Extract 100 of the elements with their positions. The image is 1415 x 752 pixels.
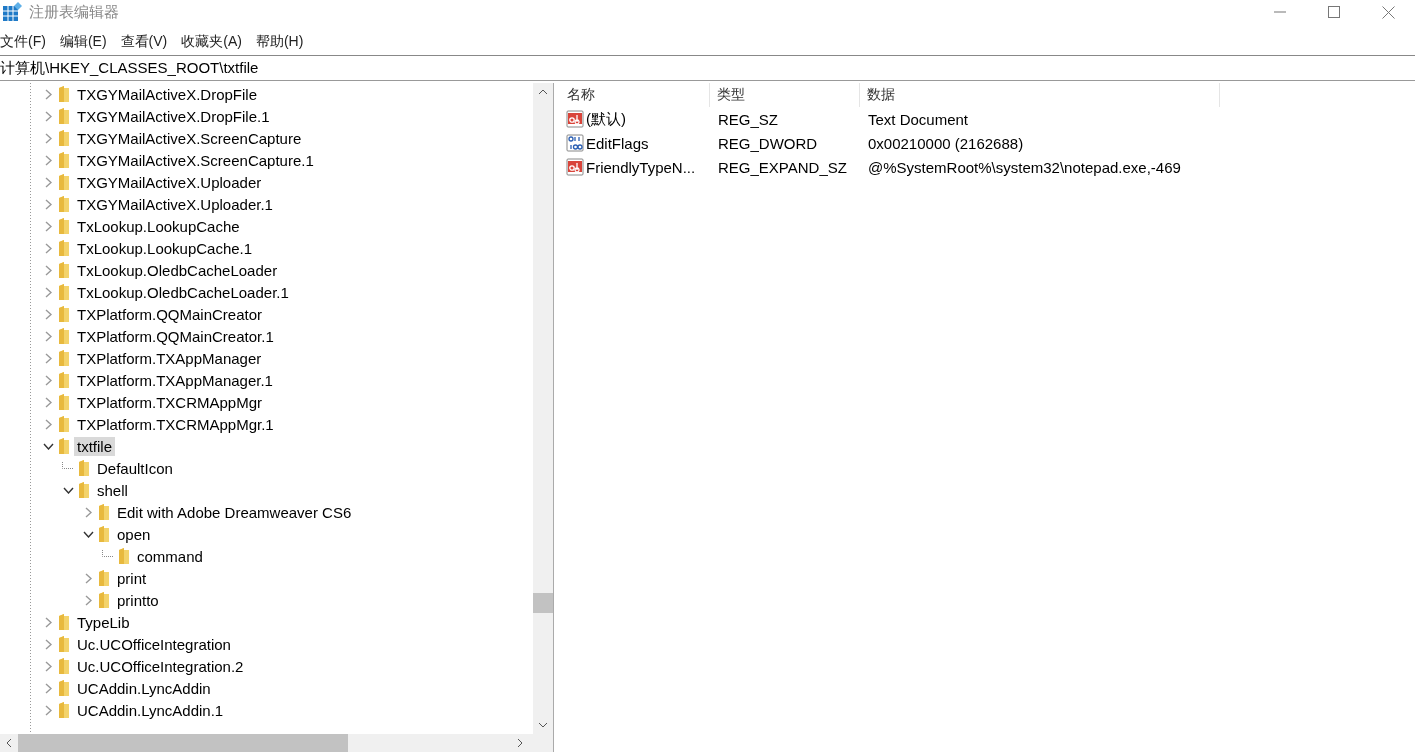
value-type: REG_DWORD <box>717 134 819 152</box>
chevron-right-icon[interactable] <box>44 682 52 694</box>
address-field[interactable]: 计算机\HKEY_CLASSES_ROOT\txtfile <box>0 59 600 77</box>
tree-item[interactable]: TxLookup.OledbCacheLoader <box>74 260 281 280</box>
tree-item[interactable]: TXGYMailActiveX.DropFile <box>74 84 261 104</box>
folder-icon <box>58 262 70 278</box>
chevron-right-icon[interactable] <box>44 264 52 276</box>
chevron-right-icon[interactable] <box>84 572 92 584</box>
tree-item[interactable]: TxLookup.LookupCache <box>74 216 243 236</box>
scroll-thumb[interactable] <box>18 734 348 752</box>
tree-item[interactable]: command <box>134 546 206 566</box>
chevron-right-icon[interactable] <box>44 132 52 144</box>
chevron-right-icon[interactable] <box>44 704 52 716</box>
tree-item[interactable]: Uc.UCOfficeIntegration.2 <box>74 656 247 676</box>
tree-item[interactable]: UCAddin.LyncAddin.1 <box>74 700 227 720</box>
chevron-right-icon[interactable] <box>44 220 52 232</box>
tree-item[interactable]: shell <box>94 480 131 500</box>
chevron-right-icon[interactable] <box>44 374 52 386</box>
menu-item[interactable]: 查看(V) <box>120 33 168 51</box>
tree-item[interactable]: TXGYMailActiveX.ScreenCapture.1 <box>74 150 317 170</box>
menu-item[interactable]: 收藏夹(A) <box>181 33 242 51</box>
folder-icon <box>58 658 70 674</box>
folder-icon <box>78 460 90 476</box>
folder-icon <box>78 482 90 498</box>
tree-item[interactable]: Edit with Adobe Dreamweaver CS6 <box>114 502 355 522</box>
tree-item[interactable]: TxLookup.OledbCacheLoader.1 <box>74 282 292 302</box>
tree-item[interactable]: DefaultIcon <box>94 458 176 478</box>
value-name: EditFlags <box>586 134 649 152</box>
menu-item[interactable]: 帮助(H) <box>255 33 304 51</box>
folder-icon <box>58 218 70 234</box>
chevron-right-icon[interactable] <box>84 594 92 606</box>
horizontal-scrollbar[interactable] <box>0 734 553 752</box>
folder-icon <box>58 350 70 366</box>
tree-item[interactable]: TypeLib <box>74 612 133 632</box>
folder-icon <box>58 372 70 388</box>
folder-icon <box>58 328 70 344</box>
chevron-right-icon[interactable] <box>44 242 52 254</box>
tree-item[interactable]: TXGYMailActiveX.Uploader.1 <box>74 194 276 214</box>
folder-icon <box>58 130 70 146</box>
chevron-right-icon[interactable] <box>44 330 52 342</box>
tree-item[interactable]: TXPlatform.QQMainCreator.1 <box>74 326 277 346</box>
chevron-down-icon[interactable] <box>42 442 54 450</box>
chevron-right-icon[interactable] <box>44 154 52 166</box>
folder-icon <box>98 526 110 542</box>
tree-item[interactable]: TXPlatform.TXAppManager <box>74 348 265 368</box>
menu-item[interactable]: 文件(F) <box>0 33 46 51</box>
caret-left-icon <box>6 738 12 748</box>
chevron-right-icon[interactable] <box>44 352 52 364</box>
folder-icon <box>58 702 70 718</box>
tree-item[interactable]: TXPlatform.QQMainCreator <box>74 304 266 324</box>
scroll-thumb[interactable] <box>533 593 553 613</box>
caret-down-icon <box>538 722 548 728</box>
folder-icon <box>98 592 110 608</box>
tree-item[interactable]: TXGYMailActiveX.Uploader <box>74 172 265 192</box>
value-name: (默认) <box>586 109 626 129</box>
menu-item[interactable]: 编辑(E) <box>59 33 107 51</box>
chevron-right-icon[interactable] <box>44 660 52 672</box>
tree-item[interactable]: TXPlatform.TXCRMAppMgr.1 <box>74 414 277 434</box>
chevron-right-icon[interactable] <box>44 396 52 408</box>
folder-icon <box>58 614 70 630</box>
column-header[interactable]: 数据 <box>860 83 1220 107</box>
app-icon <box>3 2 23 22</box>
tree-item[interactable]: txtfile <box>74 436 115 456</box>
tree-item[interactable]: TXGYMailActiveX.ScreenCapture <box>74 128 305 148</box>
chevron-right-icon[interactable] <box>44 418 52 430</box>
folder-icon <box>58 680 70 696</box>
chevron-right-icon[interactable] <box>44 176 52 188</box>
chevron-right-icon[interactable] <box>44 308 52 320</box>
vertical-scrollbar[interactable] <box>533 83 553 734</box>
tree-item[interactable]: TXGYMailActiveX.DropFile.1 <box>74 106 273 126</box>
tree-item[interactable]: open <box>114 524 154 544</box>
tree-item[interactable]: printto <box>114 590 162 610</box>
tree-item[interactable]: TXPlatform.TXAppManager.1 <box>74 370 276 390</box>
chevron-down-icon[interactable] <box>82 530 94 538</box>
chevron-right-icon[interactable] <box>44 198 52 210</box>
column-header[interactable]: 名称 <box>560 83 710 107</box>
folder-icon <box>58 306 70 322</box>
folder-icon <box>98 570 110 586</box>
chevron-right-icon[interactable] <box>44 286 52 298</box>
close-icon <box>1381 5 1395 19</box>
chevron-down-icon[interactable] <box>62 486 74 494</box>
tree-item[interactable]: TxLookup.LookupCache.1 <box>74 238 256 258</box>
folder-icon <box>58 240 70 256</box>
minimize-icon <box>1274 11 1286 13</box>
value-data: 0x00210000 (2162688) <box>867 134 1025 152</box>
chevron-right-icon[interactable] <box>44 616 52 628</box>
folder-icon <box>98 504 110 520</box>
column-header[interactable]: 类型 <box>710 83 860 107</box>
tree-item[interactable]: Uc.UCOfficeIntegration <box>74 634 234 654</box>
tree-item[interactable]: print <box>114 568 150 588</box>
chevron-right-icon[interactable] <box>44 110 52 122</box>
maximize-icon <box>1328 6 1340 18</box>
chevron-right-icon[interactable] <box>84 506 92 518</box>
folder-icon <box>58 196 70 212</box>
tree-item[interactable]: TXPlatform.TXCRMAppMgr <box>74 392 266 412</box>
folder-icon <box>118 548 130 564</box>
chevron-right-icon[interactable] <box>44 88 52 100</box>
tree-item[interactable]: UCAddin.LyncAddin <box>74 678 214 698</box>
chevron-right-icon[interactable] <box>44 638 52 650</box>
caret-right-icon <box>517 738 523 748</box>
